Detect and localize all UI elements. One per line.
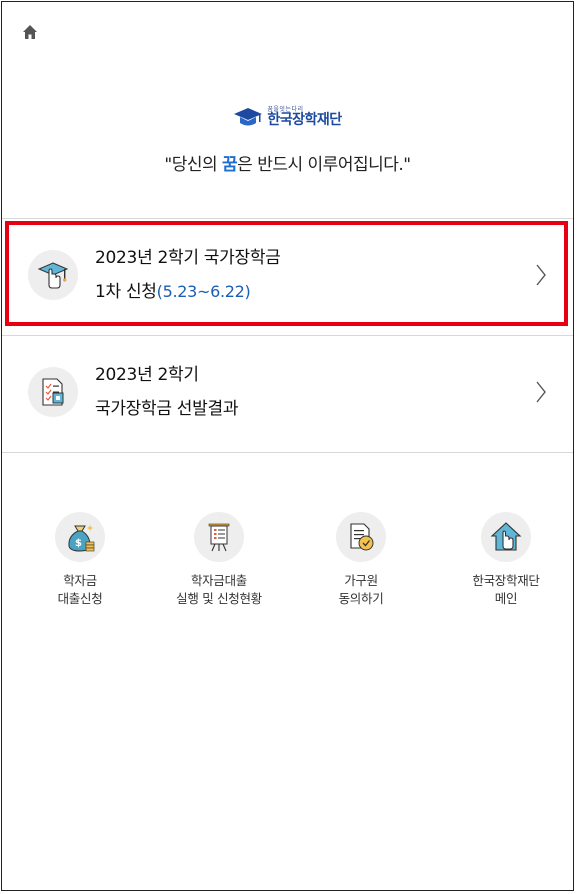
- quick-label-line1: 가구원: [344, 573, 378, 588]
- logo-name: 한국장학재단: [267, 112, 342, 128]
- slogan-before: "당신의: [164, 155, 223, 175]
- quick-links: $ 학자금 대출신청 학자금대출 실행 및 신청현황 가구원 동의하기 한국장학…: [2, 512, 573, 632]
- chevron-right-icon: [536, 264, 546, 286]
- menu-national-scholarship-result[interactable]: 2023년 2학기 국가장학금 선발결과: [2, 336, 573, 448]
- quick-family-consent[interactable]: 가구원 동의하기: [296, 512, 426, 608]
- app-frame: 꿈을잇는다리 한국장학재단 "당신의 꿈은 반드시 이루어집니다." 2023년…: [1, 1, 574, 891]
- quick-kosaf-main[interactable]: 한국장학재단 메인: [441, 512, 571, 608]
- money-bag-icon: $: [55, 512, 105, 562]
- quick-label-line1: 학자금: [63, 573, 97, 588]
- menu-title-1: 2023년 2학기 국가장학금: [95, 248, 281, 268]
- graduation-cap-logo-icon: [234, 108, 263, 126]
- menu-title-2: 2023년 2학기: [95, 365, 199, 385]
- house-hand-icon: [481, 512, 531, 562]
- menu-subtitle-2: 국가장학금 선발결과: [95, 399, 239, 419]
- home-icon[interactable]: [22, 24, 38, 40]
- consent-document-icon: [336, 512, 386, 562]
- slogan-after: 은 반드시 이루어집니다.": [237, 155, 411, 175]
- menu-national-scholarship-apply[interactable]: 2023년 2학기 국가장학금 1차 신청(5.23~6.22): [2, 219, 573, 331]
- quick-label-line1: 학자금대출: [190, 573, 247, 588]
- quick-loan-apply[interactable]: $ 학자금 대출신청: [15, 512, 145, 608]
- result-document-icon: [28, 367, 78, 417]
- graduation-hand-icon: [28, 250, 78, 300]
- quick-label-line2: 실행 및 신청현황: [176, 591, 262, 606]
- quick-label-line1: 한국장학재단: [472, 573, 540, 588]
- brand-logo: 꿈을잇는다리 한국장학재단: [2, 100, 573, 134]
- quick-label-line2: 메인: [494, 591, 518, 606]
- chevron-right-icon: [536, 381, 546, 403]
- quick-label-line2: 대출신청: [57, 591, 103, 606]
- presentation-board-icon: [194, 512, 244, 562]
- svg-text:$: $: [75, 538, 82, 549]
- quick-loan-status[interactable]: 학자금대출 실행 및 신청현황: [154, 512, 284, 608]
- apply-period: (5.23~6.22): [156, 282, 251, 301]
- divider: [2, 452, 573, 453]
- slogan-accent: 꿈: [222, 155, 238, 175]
- menu-subtitle-1: 1차 신청: [95, 282, 157, 302]
- slogan: "당신의 꿈은 반드시 이루어집니다.": [2, 150, 573, 175]
- quick-label-line2: 동의하기: [338, 591, 384, 606]
